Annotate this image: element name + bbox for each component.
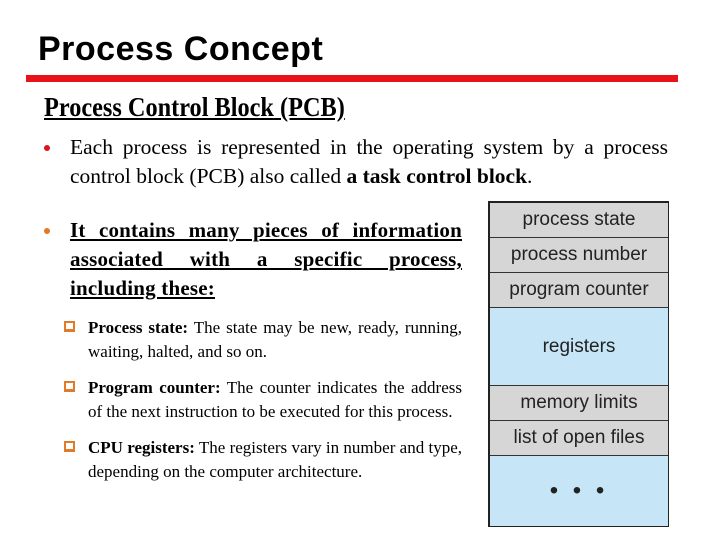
- bullet-dot-icon: [44, 228, 50, 234]
- item-label: CPU registers:: [88, 438, 195, 457]
- title-divider: [26, 75, 678, 82]
- pcb-row-process-number: process number: [490, 238, 668, 273]
- checkbox-bullet-icon: [64, 321, 75, 332]
- list-item-cpu-registers: CPU registers: The registers vary in num…: [64, 436, 462, 484]
- list-item-program-counter: Program counter: The counter indicates t…: [64, 376, 462, 424]
- pcb-field-list: Process state: The state may be new, rea…: [64, 316, 462, 496]
- pcb-row-program-counter: program counter: [490, 273, 668, 308]
- slide-title: Process Concept: [38, 30, 324, 68]
- checkbox-bullet-icon: [64, 381, 75, 392]
- bullet-pcb-definition: Each process is represented in the opera…: [38, 133, 668, 191]
- list-item-process-state: Process state: The state may be new, rea…: [64, 316, 462, 364]
- task-control-block-term: a task control block: [346, 164, 528, 188]
- item-label: Program counter:: [88, 378, 221, 397]
- checkbox-bullet-icon: [64, 441, 75, 452]
- bullet-pcb-contents: It contains many pieces of information a…: [38, 216, 462, 303]
- pcb-row-memory-limits: memory limits: [490, 386, 668, 421]
- bullet-text: It contains many pieces of information a…: [70, 218, 462, 300]
- bullet-dot-icon: [44, 145, 50, 151]
- pcb-row-registers: registers: [490, 308, 668, 386]
- slide-subtitle: Process Control Block (PCB): [44, 92, 345, 122]
- pcb-row-ellipsis: • • •: [490, 456, 668, 526]
- pcb-diagram: process state process number program cou…: [488, 201, 669, 527]
- item-label: Process state:: [88, 318, 189, 337]
- pcb-row-process-state: process state: [490, 203, 668, 238]
- bullet-text: Each process is represented in the opera…: [70, 135, 668, 188]
- pcb-row-open-files: list of open files: [490, 421, 668, 456]
